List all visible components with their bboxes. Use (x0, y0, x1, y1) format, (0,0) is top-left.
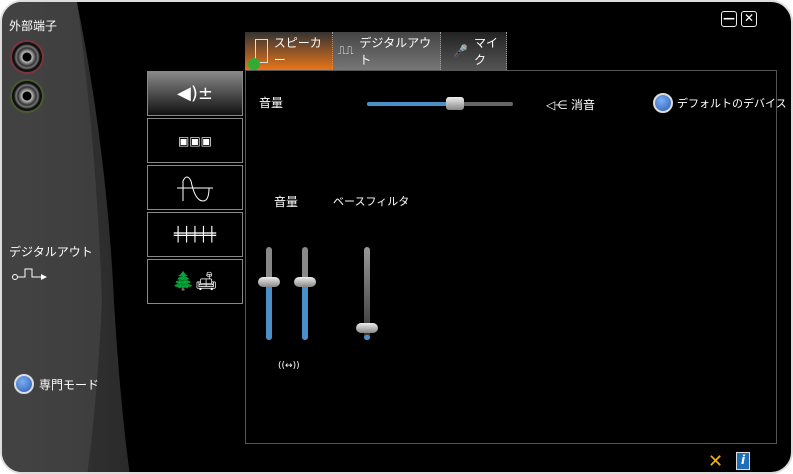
waveform-icon (177, 176, 213, 202)
microphone-icon: 🎤 (453, 44, 468, 58)
left-panel-background (2, 2, 130, 472)
equalizer-icon: ╪╪╪╪╪ (173, 226, 217, 243)
tab-label: デジタルアウト (359, 36, 432, 67)
tab-mic[interactable]: 🎤 マイク (441, 32, 507, 70)
bass-filter-slider[interactable] (356, 247, 378, 340)
tab-speaker[interactable]: スピーカー (245, 32, 333, 70)
right-volume-slider[interactable] (294, 247, 316, 340)
slider-fill (364, 335, 370, 340)
side-environment-button[interactable]: 🌲🛋 (147, 259, 243, 304)
expert-mode-radio[interactable] (14, 374, 34, 394)
mute-label: 消音 (571, 98, 596, 112)
tab-label: スピーカー (273, 36, 322, 67)
default-device-label: デフォルトのデバイス (677, 97, 787, 110)
slider-thumb[interactable] (294, 277, 316, 287)
digital-wave-icon: ⎍⎍ (338, 44, 354, 57)
master-volume-fill (367, 102, 455, 106)
tab-digital-out[interactable]: ⎍⎍ デジタルアウト (333, 32, 441, 70)
mute-icon: ◁⋲ (546, 98, 572, 112)
close-button[interactable]: ✕ (741, 11, 757, 27)
slider-fill (302, 281, 308, 340)
digital-out-label: デジタルアウト (9, 245, 93, 259)
speaker-icon (248, 39, 268, 70)
tab-label: マイク (473, 36, 498, 67)
pink-jack-icon[interactable] (12, 42, 42, 72)
side-volume-button[interactable]: ◀)± (147, 71, 243, 116)
content-panel: 音量 ◁⋲ 消音 デフォルトのデバイス 音量 ベースフィルタ ((↔)) (245, 70, 787, 444)
volume-icon: ◀)± (177, 83, 213, 104)
minimize-button[interactable]: — (721, 11, 737, 27)
green-jack-icon[interactable] (12, 81, 42, 111)
link-channels-button[interactable]: ((↔)) (278, 361, 300, 371)
bass-filter-label: ベースフィルタ (333, 195, 410, 208)
master-volume-thumb[interactable] (445, 97, 464, 110)
digital-out-icon (12, 268, 47, 280)
master-volume-slider[interactable] (367, 97, 513, 110)
check-icon (248, 58, 260, 70)
master-volume-label: 音量 (259, 96, 284, 110)
side-speaker-config-button[interactable]: ▣▣▣ (147, 118, 243, 163)
speaker-config-icon: ▣▣▣ (177, 133, 212, 148)
settings-tools-icon[interactable]: ✕ (708, 451, 723, 472)
left-volume-slider[interactable] (258, 247, 280, 340)
channel-volume-label: 音量 (274, 195, 299, 209)
mute-button[interactable]: ◁⋲ 消音 (546, 96, 595, 113)
default-device-radio[interactable] (653, 93, 673, 113)
slider-thumb[interactable] (356, 323, 378, 333)
slider-fill (266, 281, 272, 340)
expert-mode-label: 専門モード (39, 378, 100, 392)
jacks-title: 外部端子 (9, 19, 58, 33)
info-icon[interactable]: i (736, 452, 750, 470)
side-waveform-button[interactable] (147, 165, 243, 210)
audio-manager-window: — ✕ 外部端子 デジタルアウト 専門モード スピーカー ⎍⎍ デジタルアウト 🎤… (0, 0, 793, 474)
slider-thumb[interactable] (258, 277, 280, 287)
side-equalizer-button[interactable]: ╪╪╪╪╪ (147, 212, 243, 257)
environment-icon: 🌲🛋 (172, 271, 218, 292)
